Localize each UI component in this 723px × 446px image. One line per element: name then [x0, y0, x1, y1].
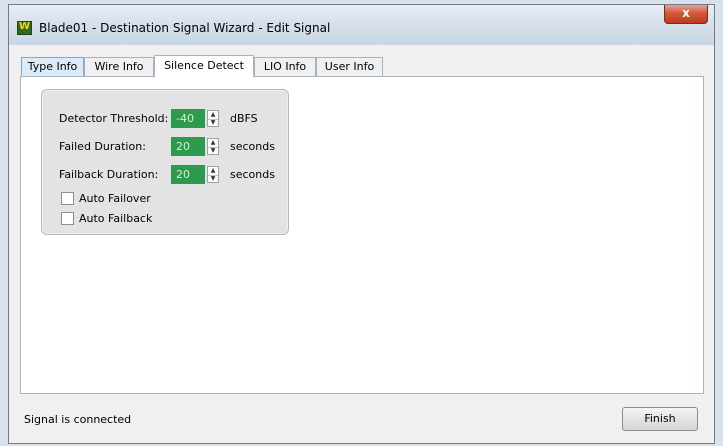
failed-duration-unit: seconds	[230, 140, 275, 153]
tab-label: Silence Detect	[164, 59, 244, 72]
close-button[interactable]: x	[664, 5, 708, 24]
failed-duration-input[interactable]: 20	[171, 137, 205, 156]
threshold-label: Detector Threshold:	[59, 112, 169, 125]
title-bar[interactable]: W Blade01 - Destination Signal Wizard - …	[9, 5, 714, 45]
spin-down-icon[interactable]: ▼	[208, 147, 218, 155]
spin-down-icon[interactable]: ▼	[208, 119, 218, 127]
app-icon-letter: W	[19, 21, 31, 32]
failback-duration-input[interactable]: 20	[171, 165, 205, 184]
tab-type-info[interactable]: Type Info	[21, 57, 84, 76]
threshold-unit: dBFS	[230, 112, 258, 125]
failback-duration-unit: seconds	[230, 168, 275, 181]
tab-wire-info[interactable]: Wire Info	[84, 57, 154, 76]
tab-label: Wire Info	[94, 60, 144, 73]
auto-failback-label[interactable]: Auto Failback	[79, 212, 152, 225]
threshold-spinner[interactable]: ▲ ▼	[207, 110, 219, 127]
auto-failover-label[interactable]: Auto Failover	[79, 192, 151, 205]
auto-failover-checkbox[interactable]	[61, 192, 74, 205]
tab-silence-detect[interactable]: Silence Detect	[154, 55, 254, 77]
failed-duration-label: Failed Duration:	[59, 140, 146, 153]
threshold-input[interactable]: -40	[171, 109, 205, 128]
window-title: Blade01 - Destination Signal Wizard - Ed…	[39, 21, 331, 35]
status-text: Signal is connected	[24, 413, 132, 426]
failed-duration-spinner[interactable]: ▲ ▼	[207, 138, 219, 155]
silence-detect-group: Detector Threshold: -40 ▲ ▼ dBFS Failed …	[41, 89, 289, 235]
finish-button[interactable]: Finish	[622, 407, 698, 431]
tab-user-info[interactable]: User Info	[316, 57, 383, 76]
app-icon: W	[17, 21, 32, 35]
failback-duration-label: Failback Duration:	[59, 168, 159, 181]
tab-label: Type Info	[27, 60, 78, 73]
failback-duration-spinner[interactable]: ▲ ▼	[207, 166, 219, 183]
close-icon: x	[682, 6, 690, 20]
tab-lio-info[interactable]: LIO Info	[254, 57, 316, 76]
auto-failback-checkbox[interactable]	[61, 212, 74, 225]
spin-down-icon[interactable]: ▼	[208, 175, 218, 183]
tab-label: LIO Info	[263, 60, 307, 73]
tab-label: User Info	[324, 60, 375, 73]
